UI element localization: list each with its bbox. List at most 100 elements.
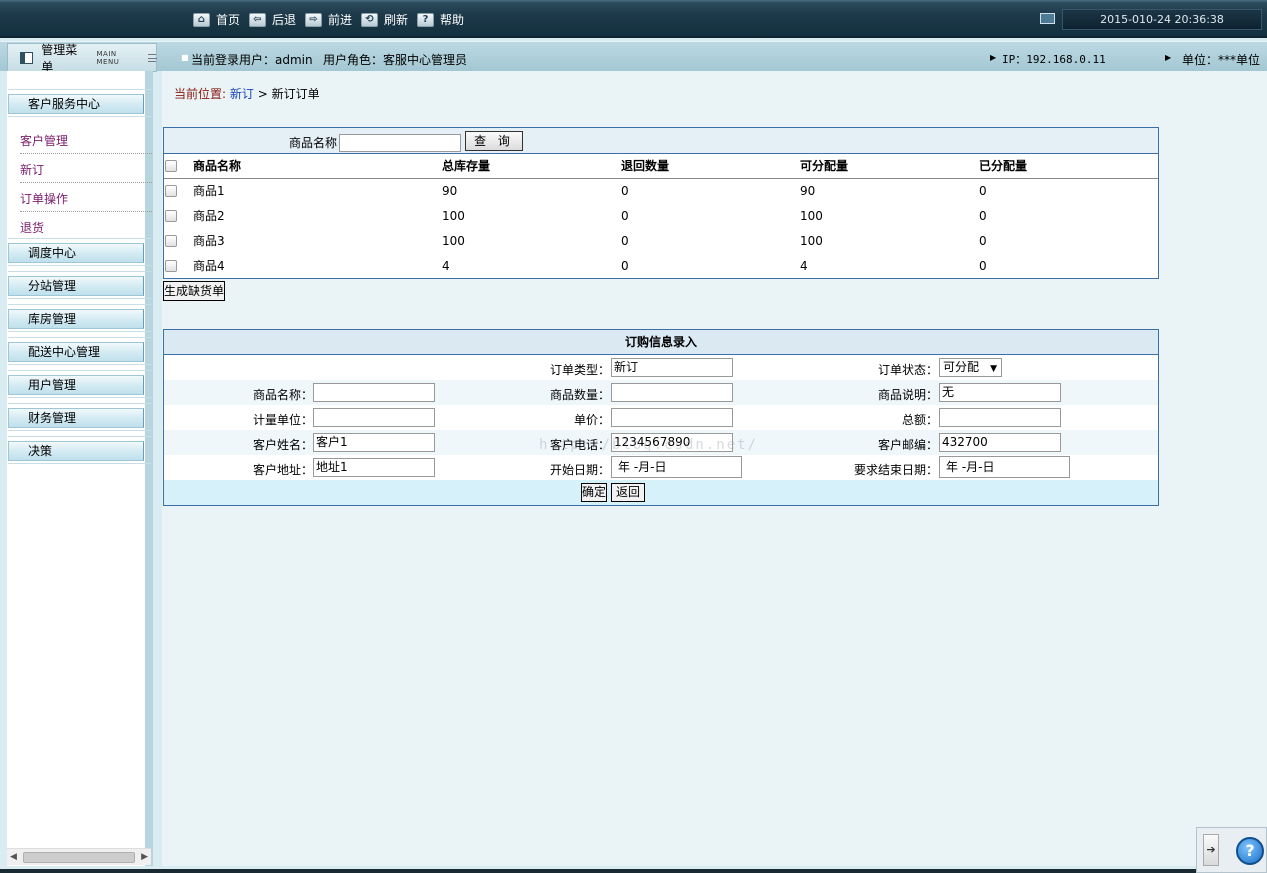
bullet-icon: ■ — [181, 53, 189, 62]
total-field[interactable] — [939, 408, 1061, 427]
customer-phone-label: 客户电话： — [550, 438, 611, 452]
table-row: 商品3 100 0 100 0 — [164, 228, 1158, 253]
monitor-icon — [1040, 13, 1055, 24]
forward-button[interactable]: ⇨ 前进 — [305, 11, 352, 28]
form-title: 订购信息录入 — [164, 330, 1158, 355]
product-table: 商品名称 总库存量 退回数量 可分配量 已分配量 商品1 90 0 90 0 商… — [164, 154, 1158, 278]
table-cell: 100 — [442, 203, 621, 228]
help-label: 帮助 — [440, 13, 465, 27]
sidebar-group-customer-service[interactable]: 客户服务中心 — [8, 89, 152, 117]
scrollbar-thumb[interactable] — [23, 852, 135, 863]
row-checkbox-cell[interactable] — [164, 253, 193, 278]
search-label: 商品名称 — [289, 136, 338, 150]
sidebar-group-finance[interactable]: 财务管理 — [8, 403, 152, 431]
customer-name-field[interactable]: 客户1 — [313, 433, 435, 452]
table-cell: 商品4 — [193, 253, 442, 278]
row-checkbox[interactable] — [165, 185, 177, 198]
row-checkbox-cell[interactable] — [164, 178, 193, 203]
refresh-label: 刷新 — [384, 13, 409, 27]
sidebar-horizontal-scrollbar[interactable]: ◀ ▶ — [7, 848, 151, 865]
table-cell: 0 — [621, 228, 800, 253]
home-button[interactable]: ⌂ 首页 — [193, 11, 240, 28]
product-name-field[interactable] — [313, 383, 435, 402]
table-cell: 0 — [621, 203, 800, 228]
scroll-right-icon[interactable]: ▶ — [141, 852, 148, 862]
top-toolbar: ⌂ 首页 ⇦ 后退 ⇨ 前进 ⟲ 刷新 ? 帮助 2015-010-24 20:… — [0, 0, 1267, 38]
home-icon: ⌂ — [193, 12, 210, 27]
unit-field[interactable] — [313, 408, 435, 427]
total-label: 总额： — [902, 413, 939, 427]
refresh-button[interactable]: ⟲ 刷新 — [361, 11, 408, 28]
main-content: 当前位置: 新订 > 新订订单 商品名称 查 询 商品名称 总库存量 退回数量 … — [162, 71, 1267, 866]
price-label: 单价： — [574, 413, 611, 427]
form-row: 计量单位： 单价： 总额： — [164, 405, 1158, 430]
product-desc-field[interactable]: 无 — [939, 383, 1061, 402]
sidebar-group-distribution[interactable]: 配送中心管理 — [8, 337, 152, 365]
help-button[interactable]: ? 帮助 — [417, 11, 464, 28]
row-checkbox-cell[interactable] — [164, 203, 193, 228]
product-search-input[interactable] — [339, 134, 461, 152]
table-header-row: 商品名称 总库存量 退回数量 可分配量 已分配量 — [164, 154, 1158, 179]
customer-phone-field[interactable]: 1234567890 — [611, 433, 733, 452]
select-all-checkbox[interactable] — [165, 160, 177, 173]
sidebar-item-new-order[interactable]: 新订 — [20, 161, 152, 183]
breadcrumb-current: 新订订单 — [271, 87, 320, 101]
start-date-field[interactable]: 年 -月-日 — [611, 456, 742, 478]
product-qty-field[interactable] — [611, 383, 733, 402]
main-menu-label: 管理菜单 — [41, 42, 78, 74]
main-menu-sublabel: MAIN MENU — [96, 49, 120, 66]
sidebar-group-substation[interactable]: 分站管理 — [8, 271, 152, 299]
table-cell: 0 — [979, 228, 1158, 253]
sidebar-item-customer-management[interactable]: 客户管理 — [20, 132, 152, 154]
scroll-left-icon[interactable]: ◀ — [10, 852, 17, 862]
table-cell: 商品1 — [193, 178, 442, 203]
row-checkbox[interactable] — [165, 260, 177, 272]
sidebar-item-order-operation[interactable]: 订单操作 — [20, 190, 152, 212]
question-help-icon[interactable]: ? — [1236, 837, 1264, 865]
return-button[interactable]: 返回 — [611, 483, 645, 502]
sidebar-group-warehouse[interactable]: 库房管理 — [8, 304, 152, 332]
breadcrumb: 当前位置: 新订 > 新订订单 — [174, 85, 320, 102]
sidebar-group-decision[interactable]: 决策 — [8, 436, 152, 464]
order-status-select[interactable]: 可分配 ▼ — [939, 358, 1002, 377]
sidebar-group-label: 配送中心管理 — [8, 342, 144, 362]
sidebar-group-label: 库房管理 — [8, 309, 144, 329]
back-button[interactable]: ⇦ 后退 — [249, 11, 296, 28]
order-status-value: 可分配 — [943, 360, 980, 374]
customer-zip-field[interactable]: 432700 — [939, 433, 1061, 452]
breadcrumb-link[interactable]: 新订 — [230, 87, 254, 101]
forward-arrow-icon: ⇨ — [305, 12, 322, 27]
start-date-label: 开始日期： — [550, 463, 611, 477]
customer-address-label: 客户地址： — [253, 463, 314, 477]
help-icon: ? — [417, 12, 434, 27]
form-button-row: 确定 返回 — [164, 480, 1158, 505]
query-button[interactable]: 查 询 — [465, 131, 523, 151]
table-cell: 4 — [442, 253, 621, 278]
price-field[interactable] — [611, 408, 733, 427]
confirm-button[interactable]: 确定 — [581, 483, 607, 502]
row-checkbox-cell[interactable] — [164, 228, 193, 253]
forward-label: 前进 — [328, 13, 353, 27]
customer-address-field[interactable]: 地址1 — [313, 458, 435, 477]
row-checkbox[interactable] — [165, 210, 177, 222]
end-date-field[interactable]: 年 -月-日 — [939, 456, 1070, 478]
sidebar-group-dispatch[interactable]: 调度中心 — [8, 238, 152, 266]
order-type-field[interactable]: 新订 — [611, 358, 733, 377]
header-select-all[interactable] — [164, 154, 193, 179]
sidebar-group-label: 分站管理 — [8, 276, 144, 296]
breadcrumb-prefix: 当前位置: — [174, 87, 227, 101]
generate-shortage-button[interactable]: 生成缺货单 — [163, 281, 225, 301]
info-bar: 管理菜单 MAIN MENU ■ 当前登录用户：admin 用户角色：客服中心管… — [0, 41, 1267, 74]
row-checkbox[interactable] — [165, 235, 177, 247]
bottom-edge — [0, 869, 1196, 873]
collapse-arrow-icon[interactable]: ➔ — [1203, 834, 1219, 866]
menu-lines-icon[interactable] — [147, 53, 158, 62]
sidebar-group-users[interactable]: 用户管理 — [8, 370, 152, 398]
table-row: 商品1 90 0 90 0 — [164, 178, 1158, 203]
unit-text: 单位：***单位 — [1182, 53, 1261, 67]
sidebar-group-label: 调度中心 — [8, 243, 144, 263]
form-row: 客户姓名： 客户1 客户电话： 1234567890 客户邮编： 432700 — [164, 430, 1158, 455]
main-menu-header: 管理菜单 MAIN MENU — [7, 42, 158, 74]
end-date-label: 要求结束日期： — [854, 463, 939, 477]
home-label: 首页 — [216, 13, 241, 27]
